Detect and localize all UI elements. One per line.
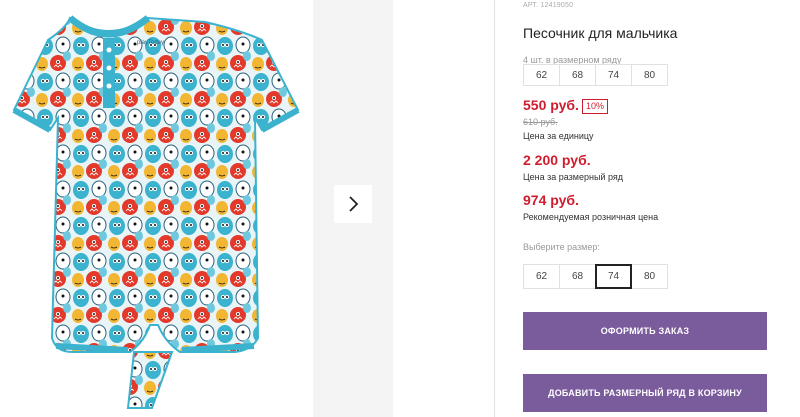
brand-label: playToday [137, 40, 164, 46]
size-option-62[interactable]: 62 [523, 264, 560, 289]
chevron-right-icon [349, 196, 359, 212]
size-option-80[interactable]: 80 [631, 264, 668, 289]
product-info-panel: АРТ. 12419050 Песочник для мальчика 4 шт… [494, 0, 800, 417]
article-label: АРТ. [523, 2, 539, 9]
old-price: 610 руб. [523, 117, 558, 127]
discount-badge: 10% [582, 99, 609, 114]
product-title: Песочник для мальчика [523, 25, 678, 41]
size-option-74[interactable]: 74 [595, 264, 632, 289]
next-image-button[interactable] [334, 185, 372, 223]
row-size-74: 74 [595, 64, 632, 86]
choose-size-label: Выберите размер: [523, 242, 600, 252]
rrp-price: 974 руб. [523, 192, 579, 208]
article-value: 12419050 [540, 2, 574, 9]
unit-price: 550 руб. [523, 97, 579, 113]
article-number: АРТ. 12419050 [523, 2, 573, 9]
size-row-list: 62 68 74 80 [523, 64, 668, 86]
rrp-label: Рекомендуемая розничная цена [523, 212, 659, 222]
row-price: 2 200 руб. [523, 152, 591, 168]
row-size-62: 62 [523, 64, 560, 86]
row-price-label: Цена за размерный ряд [523, 172, 624, 182]
order-button[interactable]: ОФОРМИТЬ ЗАКАЗ [523, 312, 767, 350]
unit-price-label: Цена за единицу [523, 131, 594, 141]
romper-illustration: playToday [12, 15, 300, 409]
size-option-68[interactable]: 68 [559, 264, 596, 289]
size-selector: 62 68 74 80 [523, 264, 668, 289]
add-row-to-cart-button[interactable]: ДОБАВИТЬ РАЗМЕРНЫЙ РЯД В КОРЗИНУ [523, 374, 767, 412]
row-size-80: 80 [631, 64, 668, 86]
product-image[interactable]: playToday [0, 0, 313, 417]
row-size-68: 68 [559, 64, 596, 86]
